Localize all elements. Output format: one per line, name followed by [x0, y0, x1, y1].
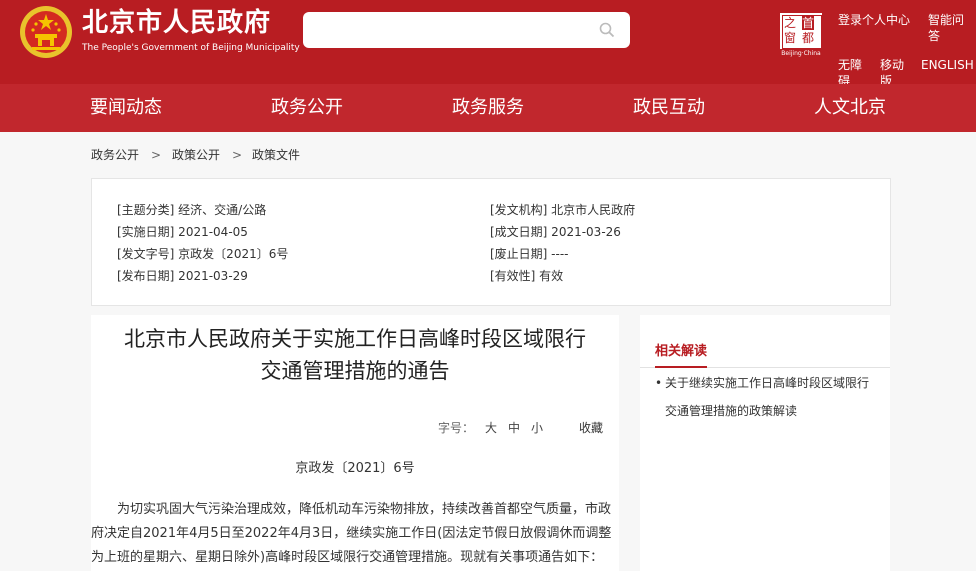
article-title-line2: 交通管理措施的通告: [260, 359, 450, 383]
accessible-line1: 无障: [838, 58, 863, 72]
search-input[interactable]: [313, 20, 597, 42]
breadcrumb-separator: >: [232, 148, 243, 162]
font-size-small-button[interactable]: 小: [531, 420, 543, 436]
breadcrumb-separator: >: [151, 148, 162, 162]
breadcrumb-item-policy-open[interactable]: 政策公开: [172, 147, 220, 163]
document-meta-box: [91, 178, 891, 306]
main-nav: 要闻动态 政务公开 政务服务 政民互动 人文北京: [0, 84, 976, 132]
mobile-line2: 版: [880, 74, 893, 84]
font-size-label: 字号：: [438, 421, 475, 435]
smart-qa-link[interactable]: 智能问 答: [928, 12, 964, 44]
nav-item-interaction[interactable]: 政民互动: [633, 84, 705, 132]
meta-issuer: [发文机构] 北京市人民政府: [490, 203, 636, 217]
search-icon[interactable]: [598, 21, 616, 39]
capital-window-logo[interactable]: 之 首 窗 都 Beijing·China: [780, 13, 822, 57]
logo-char-1: 之: [784, 16, 797, 30]
breadcrumb-item-gov-open[interactable]: 政务公开: [91, 147, 139, 163]
document-number: 京政发〔2021〕6号: [295, 461, 415, 476]
mobile-link[interactable]: 移动 版: [880, 57, 904, 84]
logo-caption: Beijing·China: [781, 50, 821, 57]
related-heading: 相关解读: [655, 344, 708, 368]
article-title-line1: 北京市人民政府关于实施工作日高峰时段区域限行: [124, 327, 586, 351]
english-link[interactable]: ENGLISH: [921, 57, 974, 73]
site-subtitle: The People's Government of Beijing Munic…: [82, 43, 300, 53]
article-title: 北京市人民政府关于实施工作日高峰时段区域限行 交通管理措施的通告: [91, 323, 619, 387]
search-box[interactable]: [303, 12, 630, 48]
meta-publish-date: [发布日期] 2021-03-29: [117, 269, 248, 283]
meta-expiry-date: [废止日期] ----: [490, 247, 569, 261]
nav-item-gov-open[interactable]: 政务公开: [271, 84, 343, 132]
breadcrumb-item-policy-docs[interactable]: 政策文件: [252, 147, 300, 163]
logo-char-3: 窗: [784, 31, 797, 45]
related-link-line1: 关于继续实施工作日高峰时段区域限行: [665, 376, 870, 390]
accessible-link[interactable]: 无障 碍: [838, 57, 862, 84]
site-title[interactable]: 北京市人民政府: [82, 6, 271, 40]
meta-validity: [有效性] 有效: [490, 269, 564, 283]
meta-created-date: [成文日期] 2021-03-26: [490, 225, 621, 239]
meta-effective-date: [实施日期] 2021-04-05: [117, 225, 248, 239]
national-emblem-icon[interactable]: [18, 4, 74, 60]
nav-item-services[interactable]: 政务服务: [452, 84, 524, 132]
nav-item-culture[interactable]: 人文北京: [814, 84, 886, 132]
meta-topic: [主题分类] 经济、交通/公路: [117, 203, 267, 217]
logo-char-2: 首: [802, 16, 815, 30]
related-link[interactable]: 关于继续实施工作日高峰时段区域限行 交通管理措施的政策解读: [665, 375, 869, 419]
nav-item-news[interactable]: 要闻动态: [90, 84, 162, 132]
paragraph-line: 为上班的星期六、星期日除外)高峰时段区域限行交通管理措施。现就有关事项通告如下：: [91, 550, 604, 565]
related-link-line2: 交通管理措施的政策解读: [665, 404, 798, 418]
font-size-medium-button[interactable]: 中: [508, 420, 520, 436]
smart-qa-line2: 答: [928, 29, 941, 43]
accessible-line2: 碍: [838, 74, 851, 84]
font-size-large-button[interactable]: 大: [485, 420, 497, 436]
mobile-line1: 移动: [880, 58, 905, 72]
login-link[interactable]: 登录个人中心: [838, 12, 910, 28]
paragraph-line: 为切实巩固大气污染治理成效，降低机动车污染物排放，持续改善首都空气质量，市政: [117, 502, 612, 517]
smart-qa-line1: 智能问: [928, 13, 965, 27]
logo-char-4: 都: [802, 31, 815, 45]
meta-doc-number: [发文字号] 京政发〔2021〕6号: [117, 247, 289, 261]
paragraph-line: 府决定自2021年4月5日至2022年4月3日，继续实施工作日(因法定节假日放假…: [91, 526, 612, 541]
favorite-button[interactable]: 收藏: [579, 420, 603, 436]
bullet-icon: •: [655, 376, 663, 390]
